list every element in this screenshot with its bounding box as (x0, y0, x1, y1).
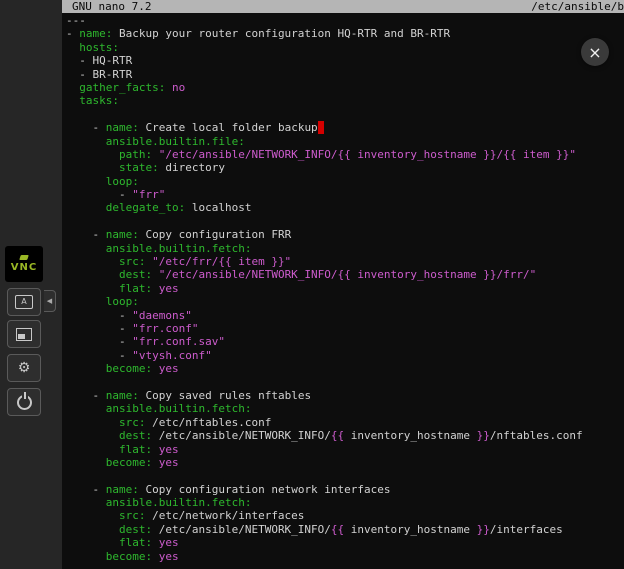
editor-line: ansible.builtin.fetch: (66, 402, 624, 415)
keyboard-icon-glyph: A (21, 298, 26, 306)
editor-line: - name: Copy saved rules nftables (66, 389, 624, 402)
editor-line: --- (66, 14, 624, 27)
vnc-page: VNC A ⚙ ◀ GNU nano 7.2 /etc/ansible/b --… (0, 0, 624, 569)
editor-line: dest: /etc/ansible/NETWORK_INFO/{{ inven… (66, 429, 624, 442)
chevron-left-icon: ◀ (47, 297, 52, 305)
editor-line: ansible.builtin.fetch: (66, 496, 624, 509)
editor-line: path: "/etc/ansible/NETWORK_INFO/{{ inve… (66, 148, 624, 161)
editor-line: - "frr" (66, 188, 624, 201)
editor-line: - HQ-RTR (66, 54, 624, 67)
editor-line (66, 376, 624, 389)
editor-line: flat: yes (66, 536, 624, 549)
power-button[interactable] (7, 388, 41, 416)
terminal-window[interactable]: GNU nano 7.2 /etc/ansible/b ---- name: B… (62, 0, 624, 569)
editor[interactable]: ---- name: Backup your router configurat… (62, 13, 624, 563)
editor-line: src: /etc/network/interfaces (66, 509, 624, 522)
editor-line: src: /etc/nftables.conf (66, 416, 624, 429)
toolbar-collapse-handle[interactable]: ◀ (44, 290, 56, 312)
editor-line: dest: /etc/ansible/NETWORK_INFO/{{ inven… (66, 523, 624, 536)
editor-line: - name: Create local folder backup (66, 121, 624, 134)
nano-filename: /etc/ansible/b (531, 0, 624, 13)
editor-line: flat: yes (66, 443, 624, 456)
novnc-logo-icon (19, 255, 29, 260)
editor-line: - "daemons" (66, 309, 624, 322)
close-button[interactable]: × (581, 38, 609, 66)
editor-line: ansible.builtin.file: (66, 135, 624, 148)
novnc-logo-text: VNC (11, 262, 37, 273)
editor-line: loop: (66, 175, 624, 188)
editor-line (66, 469, 624, 482)
editor-line: dest: "/etc/ansible/NETWORK_INFO/{{ inve… (66, 268, 624, 281)
editor-line: - "frr.conf" (66, 322, 624, 335)
editor-line: - "vtysh.conf" (66, 349, 624, 362)
editor-line: delegate_to: localhost (66, 201, 624, 214)
editor-line: - BR-RTR (66, 68, 624, 81)
editor-line: - name: Backup your router configuration… (66, 27, 624, 40)
power-icon (17, 395, 32, 410)
close-icon: × (588, 43, 601, 62)
editor-line (66, 215, 624, 228)
keyboard-icon: A (15, 295, 33, 309)
editor-line: - "frr.conf.sav" (66, 335, 624, 348)
novnc-logo: VNC (5, 246, 43, 282)
editor-line: hosts: (66, 41, 624, 54)
editor-line: loop: (66, 295, 624, 308)
editor-line: become: yes (66, 550, 624, 563)
nano-titlebar: GNU nano 7.2 /etc/ansible/b (62, 0, 624, 13)
editor-line: flat: yes (66, 282, 624, 295)
keyboard-button[interactable]: A (7, 288, 41, 316)
fullscreen-button[interactable] (7, 320, 41, 348)
nano-version: GNU nano 7.2 (72, 0, 151, 13)
editor-line: tasks: (66, 94, 624, 107)
vnc-toolbar: VNC A ⚙ ◀ (0, 0, 62, 569)
settings-button[interactable]: ⚙ (7, 354, 41, 382)
editor-line: become: yes (66, 362, 624, 375)
editor-line (66, 108, 624, 121)
editor-line: ansible.builtin.fetch: (66, 242, 624, 255)
editor-line: - name: Copy configuration FRR (66, 228, 624, 241)
gear-icon: ⚙ (18, 361, 31, 375)
editor-line: src: "/etc/frr/{{ item }}" (66, 255, 624, 268)
fullscreen-icon (16, 328, 32, 341)
editor-line: - name: Copy configuration network inter… (66, 483, 624, 496)
editor-line: state: directory (66, 161, 624, 174)
editor-line: gather_facts: no (66, 81, 624, 94)
editor-line: become: yes (66, 456, 624, 469)
